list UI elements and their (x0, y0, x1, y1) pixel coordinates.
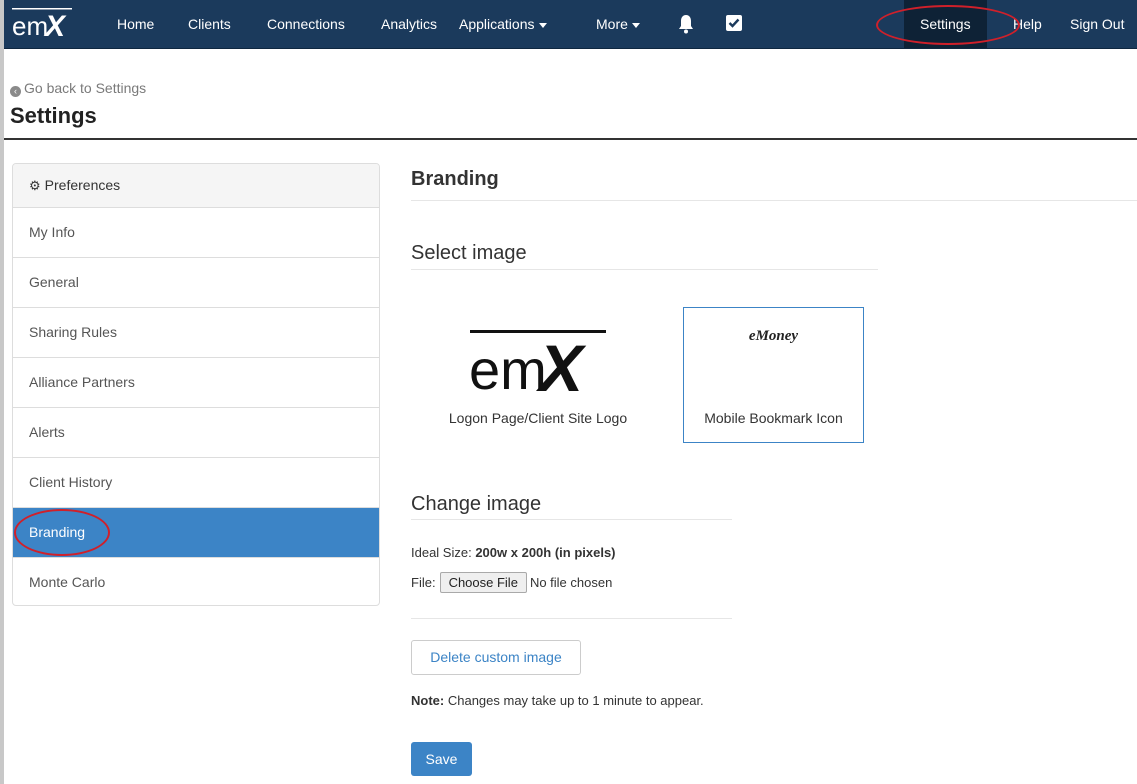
change-image-divider (411, 519, 732, 520)
window-edge (0, 0, 4, 784)
branding-divider (411, 200, 1137, 201)
file-input-row: File: Choose File No file chosen (411, 572, 612, 593)
arrow-left-circle-icon: ‹ (10, 86, 21, 97)
note-message: Changes may take up to 1 minute to appea… (447, 693, 704, 708)
nav-analytics[interactable]: Analytics (381, 0, 437, 48)
save-button[interactable]: Save (411, 742, 472, 776)
sidebar-item-client-history[interactable]: Client History (13, 458, 379, 508)
back-to-settings-link[interactable]: ‹ Go back to Settings (10, 80, 146, 97)
mobile-bookmark-icon-option[interactable]: eMoney Mobile Bookmark Icon (683, 307, 864, 443)
top-navbar: em X Home Clients Connections Analytics … (4, 0, 1137, 49)
nav-applications-label: Applications (459, 16, 535, 32)
nav-help[interactable]: Help (1013, 0, 1042, 48)
mobile-bookmark-caption: Mobile Bookmark Icon (704, 410, 843, 426)
sidebar-item-branding[interactable]: Branding (13, 508, 379, 558)
gear-icon: ⚙ (29, 178, 41, 193)
bell-icon[interactable] (678, 14, 696, 34)
nav-more-label: More (596, 16, 628, 32)
chevron-down-icon (631, 22, 640, 28)
ideal-size-value: 200w x 200h (in pixels) (475, 545, 616, 560)
svg-text:em: em (469, 338, 547, 397)
file-divider (411, 618, 732, 619)
checkbox-icon[interactable] (725, 14, 743, 34)
sidebar-item-sharing-rules[interactable]: Sharing Rules (13, 308, 379, 358)
nav-clients[interactable]: Clients (188, 0, 231, 48)
sidebar-heading: ⚙ Preferences (13, 164, 379, 208)
nav-home[interactable]: Home (117, 0, 154, 48)
back-link-label: Go back to Settings (24, 80, 147, 96)
nav-applications[interactable]: Applications (459, 0, 547, 48)
svg-text:em: em (12, 11, 48, 39)
delete-custom-image-button[interactable]: Delete custom image (411, 640, 581, 675)
chevron-down-icon (538, 22, 547, 28)
emoney-logo-text: eMoney (748, 328, 799, 344)
nav-sign-out[interactable]: Sign Out (1070, 0, 1124, 48)
svg-text:X: X (43, 10, 67, 39)
choose-file-button[interactable]: Choose File (439, 572, 527, 593)
nav-connections[interactable]: Connections (267, 0, 345, 48)
file-label: File: (411, 575, 436, 590)
sidebar-item-monte-carlo[interactable]: Monte Carlo (13, 558, 379, 605)
file-status: No file chosen (529, 575, 613, 590)
branding-title: Branding (411, 168, 499, 190)
sidebar-heading-label: Preferences (44, 177, 121, 193)
ideal-size-text: Ideal Size: 200w x 200h (in pixels) (411, 545, 616, 560)
header-divider (4, 138, 1137, 140)
logon-logo-option[interactable]: em X Logon Page/Client Site Logo (411, 307, 665, 442)
change-image-heading: Change image (411, 493, 542, 515)
emoney-logo-preview: eMoney (684, 328, 863, 345)
page-title: Settings (10, 103, 97, 128)
emx-logo-preview: em X (469, 327, 609, 405)
emx-logo[interactable]: em X (12, 7, 74, 39)
select-image-divider (411, 269, 878, 270)
sidebar-item-alliance-partners[interactable]: Alliance Partners (13, 358, 379, 408)
nav-more[interactable]: More (596, 0, 640, 48)
sidebar-item-alerts[interactable]: Alerts (13, 408, 379, 458)
sidebar-item-general[interactable]: General (13, 258, 379, 308)
sidebar-item-my-info[interactable]: My Info (13, 208, 379, 258)
svg-text:X: X (535, 331, 587, 397)
nav-settings[interactable]: Settings (904, 0, 987, 48)
note-text: Note: Changes may take up to 1 minute to… (411, 693, 704, 708)
note-label: Note: (411, 693, 445, 708)
preferences-sidebar: ⚙ Preferences My Info General Sharing Rul… (12, 163, 380, 606)
select-image-heading: Select image (411, 242, 527, 264)
ideal-size-label: Ideal Size: (411, 545, 472, 560)
logon-logo-caption: Logon Page/Client Site Logo (448, 410, 628, 426)
